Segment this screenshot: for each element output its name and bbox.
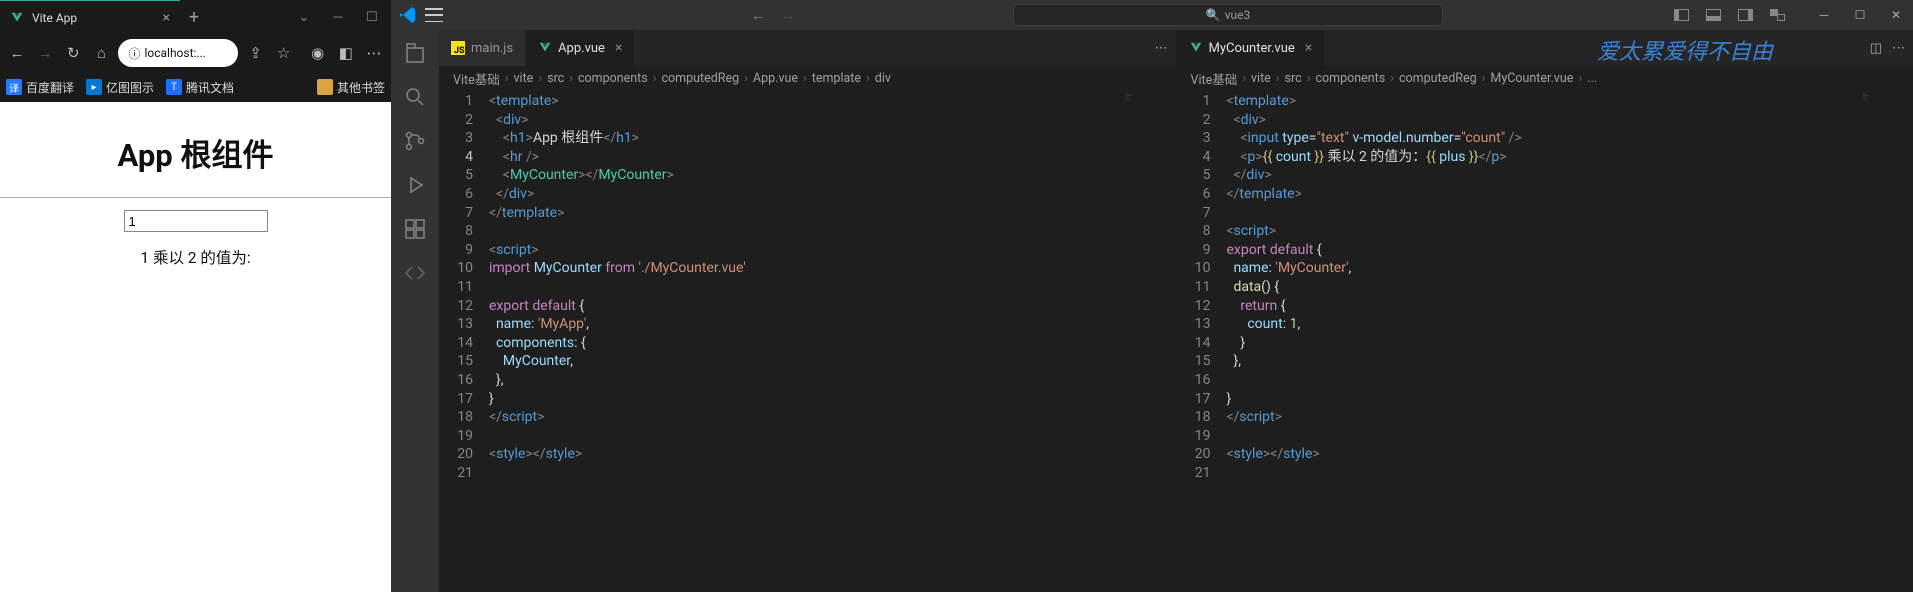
star-icon[interactable]: ☆ <box>273 39 295 67</box>
close-tab-icon[interactable]: × <box>163 10 170 26</box>
browser-window: Vite App × + ⌄ ─ ☐ ← → ↻ ⌂ ⓘ localhost:.… <box>0 0 391 592</box>
nav-forward-button[interactable]: → <box>34 39 56 67</box>
editor-group-1: main.js App.vue × ⋯ Vite基础›vite›src›comp… <box>439 30 1177 592</box>
bookmark-icon: T <box>166 79 182 95</box>
window-maximize-icon[interactable]: ☐ <box>357 3 387 31</box>
window-maximize-icon[interactable]: ☐ <box>1843 0 1877 30</box>
window-minimize-icon[interactable]: ─ <box>1807 0 1841 30</box>
debug-icon[interactable] <box>402 172 428 198</box>
account-icon[interactable]: ◉ <box>307 39 329 67</box>
js-icon <box>451 41 465 55</box>
info-icon: ⓘ <box>128 45 140 62</box>
bookmarks-bar: 译百度翻译 ▸亿图图示 T腾讯文档 其他书签 <box>0 72 391 102</box>
tab-bar: MyCounter.vue × ◫ ⋯ <box>1177 30 1913 66</box>
tab-mycounter-vue[interactable]: MyCounter.vue × <box>1177 30 1326 66</box>
bookmark-icon: 译 <box>6 79 22 95</box>
other-bookmarks[interactable]: 其他书签 <box>317 79 385 96</box>
code-editor[interactable]: 123456789101112131415161718192021 <templ… <box>439 90 1176 592</box>
result-text: 1 乘以 2 的值为: <box>140 246 250 268</box>
nav-back-button[interactable]: ← <box>751 7 765 24</box>
tab-bar: main.js App.vue × ⋯ <box>439 30 1176 66</box>
address-bar[interactable]: ⓘ localhost:... <box>118 39 238 67</box>
bookmark-item[interactable]: 译百度翻译 <box>6 79 74 96</box>
menu-icon[interactable]: ⋯ <box>363 39 385 67</box>
breadcrumb[interactable]: Vite基础›vite›src›components›computedReg›A… <box>439 66 1176 90</box>
home-button[interactable]: ⌂ <box>90 39 112 67</box>
editor-group-2: 爱太累爱得不自由 MyCounter.vue × ◫ ⋯ Vite基础›vite… <box>1177 30 1913 592</box>
address-text: localhost:... <box>144 46 205 60</box>
layout-left-icon[interactable] <box>1669 3 1693 27</box>
layout-right-icon[interactable] <box>1733 3 1757 27</box>
source-control-icon[interactable] <box>402 128 428 154</box>
nav-forward-button[interactable]: → <box>781 7 795 24</box>
window-minimize-icon[interactable]: ─ <box>323 3 353 31</box>
count-input[interactable] <box>124 210 268 232</box>
split-icon[interactable]: ◫ <box>1870 41 1882 56</box>
vscode-window: ← → 🔍 vue3 ─ ☐ ✕ main.js App.vue × <box>391 0 1913 592</box>
page-content: App 根组件 1 乘以 2 的值为: <box>0 102 391 592</box>
search-icon: 🔍 <box>1206 8 1221 22</box>
bookmark-item[interactable]: T腾讯文档 <box>166 79 234 96</box>
more-icon[interactable]: ⋯ <box>1892 41 1905 56</box>
browser-tab-title: Vite App <box>32 11 77 25</box>
tab-app-vue[interactable]: App.vue × <box>526 30 635 66</box>
close-tab-icon[interactable]: × <box>1305 40 1312 56</box>
vscode-icon <box>399 6 417 24</box>
vscode-titlebar: ← → 🔍 vue3 ─ ☐ ✕ <box>391 0 1913 30</box>
page-heading: App 根组件 <box>118 130 274 175</box>
code-editor[interactable]: 123456789101112131415161718192021 <templ… <box>1177 90 1913 592</box>
window-close-icon[interactable]: ✕ <box>1879 0 1913 30</box>
browser-titlebar: Vite App × + ⌄ ─ ☐ <box>0 0 391 34</box>
vite-icon <box>10 11 24 25</box>
sidebar-icon[interactable]: ◧ <box>335 39 357 67</box>
bookmark-item[interactable]: ▸亿图图示 <box>86 79 154 96</box>
more-icon[interactable]: ⋯ <box>1155 41 1168 56</box>
folder-icon <box>317 79 333 95</box>
layout-grid-icon[interactable] <box>1765 3 1789 27</box>
close-tab-icon[interactable]: × <box>615 40 622 56</box>
minimap[interactable]: ▬▬▬▬▬▬▬▬▬▬▬▬▬ <box>1863 92 1911 172</box>
vue-icon <box>1189 41 1203 55</box>
command-center[interactable]: 🔍 vue3 <box>1013 4 1443 26</box>
remote-icon[interactable] <box>402 260 428 286</box>
activity-bar <box>391 30 439 592</box>
bookmark-icon: ▸ <box>86 79 102 95</box>
search-icon[interactable] <box>402 84 428 110</box>
nav-back-button[interactable]: ← <box>6 39 28 67</box>
share-icon[interactable]: ⇪ <box>244 39 266 67</box>
vue-icon <box>538 41 552 55</box>
browser-toolbar: ← → ↻ ⌂ ⓘ localhost:... ⇪ ☆ ◉ ◧ ⋯ <box>0 34 391 72</box>
breadcrumb[interactable]: Vite基础›vite›src›components›computedReg›M… <box>1177 66 1913 90</box>
browser-tab[interactable]: Vite App × <box>0 0 180 34</box>
reload-button[interactable]: ↻ <box>62 39 84 67</box>
extensions-icon[interactable] <box>402 216 428 242</box>
chevron-down-icon[interactable]: ⌄ <box>289 3 319 31</box>
tab-main-js[interactable]: main.js <box>439 30 526 66</box>
minimap[interactable]: ▬▬▬▬▬▬▬▬▬▬▬▬▬▬ <box>1126 92 1174 172</box>
explorer-icon[interactable] <box>402 40 428 66</box>
divider <box>0 197 391 198</box>
search-text: vue3 <box>1225 8 1251 22</box>
menu-icon[interactable] <box>425 8 443 22</box>
layout-bottom-icon[interactable] <box>1701 3 1725 27</box>
new-tab-button[interactable]: + <box>180 3 208 31</box>
